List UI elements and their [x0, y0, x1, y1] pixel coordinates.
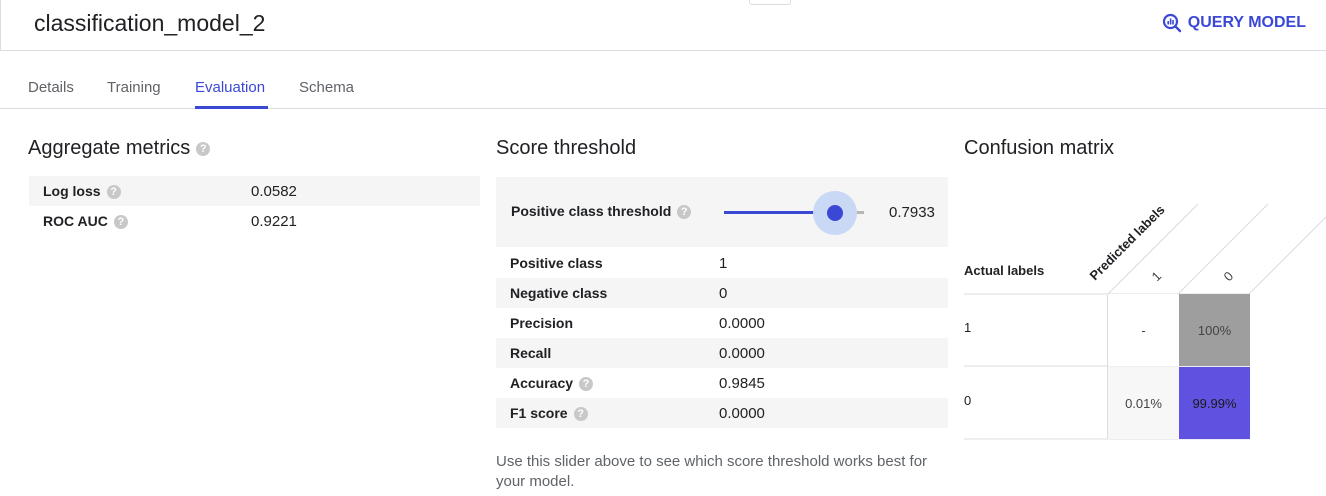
- help-icon[interactable]: ?: [579, 377, 594, 392]
- score-row: F1 score? 0.0000: [496, 398, 948, 428]
- query-model-label: QUERY MODEL: [1187, 14, 1306, 31]
- score-label: Negative class: [510, 285, 608, 301]
- score-row: Positive class 1: [496, 248, 948, 278]
- active-tab-indicator: [195, 106, 268, 109]
- metric-label: Log loss?: [43, 183, 121, 200]
- score-row: Precision 0.0000: [496, 308, 948, 338]
- tab-evaluation[interactable]: Evaluation: [195, 79, 265, 96]
- score-label: F1 score?: [510, 405, 588, 422]
- confusion-cell: 0.01%: [1108, 367, 1179, 439]
- score-value: 0: [719, 285, 728, 302]
- actual-labels-heading: Actual labels: [964, 263, 1045, 278]
- score-row: Accuracy? 0.9845: [496, 368, 948, 398]
- metric-label: ROC AUC?: [43, 213, 128, 230]
- confusion-matrix: Predicted labels 1 0 Actual labels 1 0 -…: [964, 177, 1326, 447]
- score-value: 0.0000: [719, 345, 765, 362]
- tab-details[interactable]: Details: [28, 79, 74, 96]
- threshold-help-note: Use this slider above to see which score…: [496, 453, 928, 490]
- score-label: Precision: [510, 315, 574, 331]
- query-icon: [1162, 13, 1181, 33]
- predicted-col-label: 0: [1221, 268, 1237, 284]
- threshold-metrics-table: Positive class 1 Negative class 0 Precis…: [496, 248, 948, 428]
- help-icon[interactable]: ?: [106, 185, 121, 200]
- score-label: Accuracy?: [510, 375, 594, 392]
- metric-value: 0.0582: [251, 183, 297, 200]
- score-value: 0.0000: [719, 315, 765, 332]
- predicted-col-label: 1: [1149, 268, 1165, 284]
- confusion-cell: 100%: [1179, 294, 1250, 366]
- actual-row-label: 0: [964, 393, 972, 408]
- threshold-slider-panel: Positive class threshold? 0.7933: [496, 177, 948, 247]
- score-value: 0.9845: [719, 375, 765, 392]
- threshold-label: Positive class threshold?: [511, 203, 692, 220]
- confusion-cell: 99.99%: [1179, 367, 1250, 439]
- tab-schema[interactable]: Schema: [299, 79, 354, 96]
- collapse-handle[interactable]: [749, 0, 791, 5]
- aggregate-metrics-table: Log loss? 0.0582 ROC AUC? 0.9221: [29, 176, 480, 236]
- aggregate-metrics-heading: Aggregate metrics?: [28, 137, 211, 160]
- tab-training[interactable]: Training: [107, 79, 161, 96]
- metric-row-roc-auc: ROC AUC? 0.9221: [29, 206, 480, 236]
- score-value: 1: [719, 255, 728, 272]
- metric-row-log-loss: Log loss? 0.0582: [29, 176, 480, 206]
- help-icon[interactable]: ?: [573, 407, 588, 422]
- threshold-value: 0.7933: [889, 204, 935, 221]
- aggregate-metrics-title: Aggregate metrics: [28, 137, 191, 159]
- confusion-cell: -: [1108, 294, 1179, 366]
- score-threshold-title: Score threshold: [496, 137, 637, 159]
- score-label: Positive class: [510, 255, 603, 271]
- score-row: Negative class 0: [496, 278, 948, 308]
- metric-value: 0.9221: [251, 213, 297, 230]
- score-row: Recall 0.0000: [496, 338, 948, 368]
- help-icon[interactable]: ?: [196, 141, 211, 156]
- help-icon[interactable]: ?: [677, 205, 692, 220]
- score-label: Recall: [510, 345, 552, 361]
- help-icon[interactable]: ?: [113, 215, 128, 230]
- score-value: 0.0000: [719, 405, 765, 422]
- actual-row-label: 1: [964, 320, 972, 335]
- header: classification_model_2 QUERY MODEL: [0, 0, 1326, 51]
- query-model-button[interactable]: QUERY MODEL: [1162, 13, 1306, 33]
- tab-bar: Details Training Evaluation Schema: [0, 51, 1326, 109]
- confusion-matrix-title: Confusion matrix: [964, 137, 1115, 159]
- slider-thumb[interactable]: [827, 205, 844, 221]
- model-title: classification_model_2: [34, 10, 266, 36]
